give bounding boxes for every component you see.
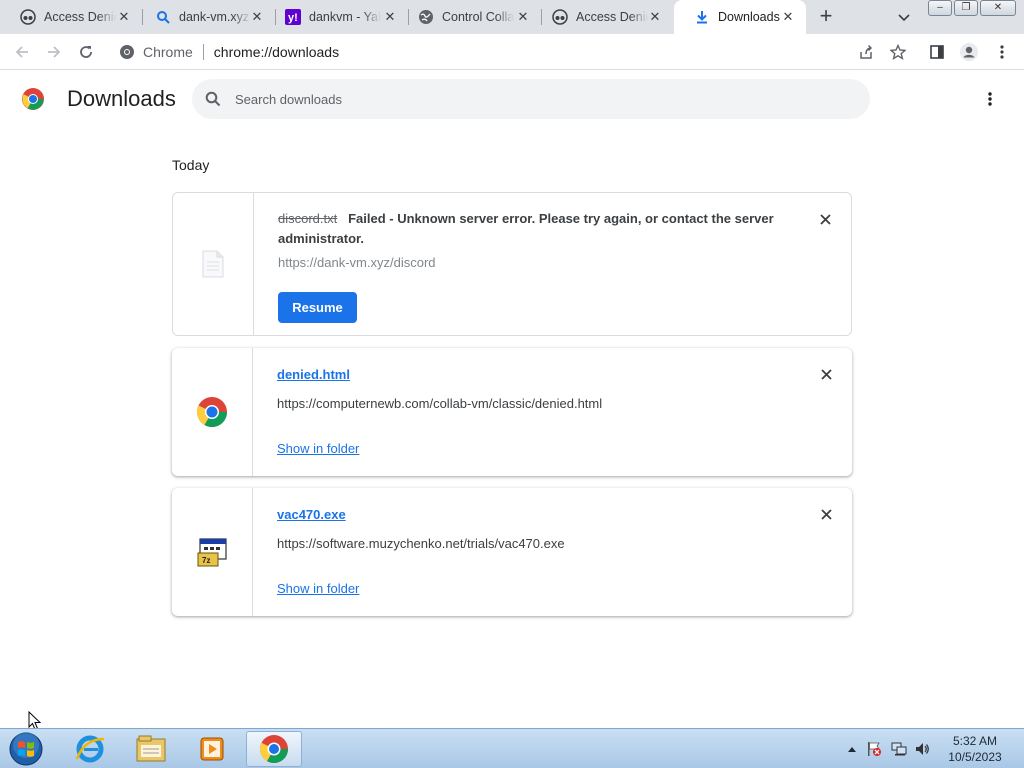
download-item: denied.html https://computernewb.com/col… (172, 348, 852, 476)
close-icon[interactable]: ✕ (116, 9, 132, 25)
tab-control-collab[interactable]: Control Collab ✕ (398, 0, 541, 34)
close-icon[interactable]: ✕ (515, 9, 531, 25)
search-input[interactable] (235, 91, 835, 107)
chrome-html-file-icon (197, 397, 227, 428)
search-downloads-field[interactable] (192, 79, 870, 119)
show-in-folder-link[interactable]: Show in folder (277, 441, 359, 456)
clock-time: 5:32 AM (952, 734, 998, 748)
chrome-icon[interactable] (246, 731, 302, 767)
show-in-folder-link[interactable]: Show in folder (277, 581, 359, 596)
kebab-menu-icon[interactable] (992, 42, 1012, 62)
back-button[interactable] (12, 42, 32, 62)
svg-text:y!: y! (288, 12, 298, 24)
clock-date: 10/5/2023 (948, 750, 1002, 764)
restore-button[interactable]: ❐ (954, 0, 978, 16)
file-name-link[interactable]: vac470.exe (277, 507, 346, 522)
minimize-button[interactable]: – (928, 0, 952, 16)
omnibox-chip: Chrome (143, 44, 193, 60)
forward-arrow-icon (48, 46, 61, 58)
incognito-like-icon (552, 9, 568, 25)
tab-downloads[interactable]: Downloads ✕ (674, 0, 806, 34)
failed-status-line: discord.txt Failed - Unknown server erro… (278, 209, 778, 249)
omnibox-url[interactable]: chrome://downloads (214, 44, 339, 60)
close-icon[interactable]: ✕ (249, 9, 265, 25)
installer-7z-icon: 7z (197, 538, 227, 567)
tab-title: Control Collab (442, 10, 514, 24)
back-arrow-icon (15, 46, 28, 58)
start-button[interactable] (6, 731, 46, 767)
remove-download-button[interactable] (818, 366, 834, 382)
media-player-icon[interactable] (184, 731, 240, 767)
tab-access-denied-1[interactable]: Access Denied ✕ (0, 0, 142, 34)
page-title: Downloads (67, 86, 176, 111)
side-panel-icon[interactable] (927, 42, 947, 62)
file-icon-column (173, 193, 254, 335)
close-window-button[interactable]: ✕ (980, 0, 1016, 16)
download-item: discord.txt Failed - Unknown server erro… (172, 192, 852, 336)
search-icon (155, 9, 171, 25)
action-center-flag-icon[interactable] (866, 741, 882, 757)
file-name: discord.txt (278, 211, 338, 226)
download-details: vac470.exe https://software.muzychenko.n… (277, 506, 852, 598)
source-url: https://computernewb.com/collab-vm/class… (277, 396, 603, 411)
close-icon[interactable]: ✕ (382, 9, 398, 25)
download-details: discord.txt Failed - Unknown server erro… (278, 209, 778, 270)
remove-download-button[interactable] (817, 211, 833, 227)
close-icon[interactable]: ✕ (647, 9, 663, 25)
bookmark-star-icon[interactable] (888, 42, 908, 62)
reload-button[interactable] (76, 42, 96, 62)
file-name-link[interactable]: denied.html (277, 367, 350, 382)
omnibox-divider (202, 44, 204, 60)
source-url: https://dank-vm.xyz/discord (278, 255, 436, 270)
file-icon-column: 7z (172, 488, 253, 616)
resume-button[interactable]: Resume (278, 292, 357, 323)
close-icon[interactable]: ✕ (780, 9, 796, 25)
chrome-icon (119, 44, 135, 60)
remove-download-button[interactable] (818, 506, 834, 522)
tab-title: dankvm - Yahoo (309, 10, 381, 24)
download-icon (694, 9, 710, 25)
tab-title: dank-vm.xyz (179, 10, 250, 24)
share-icon[interactable] (856, 42, 876, 62)
profile-avatar-icon[interactable] (959, 42, 979, 62)
tab-title: Access Denied (44, 10, 116, 24)
globe-icon (418, 9, 434, 25)
browser-toolbar: Chrome chrome://downloads (0, 34, 1024, 70)
close-icon (820, 368, 832, 380)
tab-access-denied-2[interactable]: Access Denied ✕ (532, 0, 673, 34)
close-icon (819, 213, 831, 225)
downloads-header: Downloads (0, 70, 1024, 128)
svg-text:7z: 7z (202, 556, 210, 565)
date-section-label: Today (172, 157, 210, 173)
incognito-like-icon (20, 9, 36, 25)
address-bar[interactable]: Chrome chrome://downloads (109, 38, 889, 66)
chrome-logo-icon (21, 87, 45, 111)
network-icon[interactable] (891, 741, 907, 757)
chevron-down-icon[interactable] (895, 8, 913, 26)
internet-explorer-icon[interactable] (62, 731, 118, 767)
file-icon-column (172, 348, 253, 476)
generic-file-icon (202, 250, 224, 278)
failure-message: Failed - Unknown server error. Please tr… (278, 211, 774, 246)
search-icon (205, 91, 221, 107)
forward-button[interactable] (44, 42, 64, 62)
download-item: 7z vac470.exe https://software.muzychenk… (172, 488, 852, 616)
reload-icon (80, 46, 92, 58)
tab-dankvm-yahoo[interactable]: y! dankvm - Yahoo ✕ (265, 0, 408, 34)
new-tab-button[interactable]: + (815, 5, 837, 28)
show-hidden-icons-chevron-icon[interactable] (844, 741, 860, 757)
source-url: https://software.muzychenko.net/trials/v… (277, 536, 565, 551)
tab-dank-vm[interactable]: dank-vm.xyz ✕ (135, 0, 275, 34)
close-icon (820, 508, 832, 520)
download-details: denied.html https://computernewb.com/col… (277, 366, 852, 458)
yahoo-icon: y! (285, 9, 301, 25)
kebab-menu-icon[interactable] (980, 89, 1000, 109)
volume-icon[interactable] (914, 741, 930, 757)
taskbar: 5:32 AM 10/5/2023 (0, 728, 1024, 768)
tab-strip: Access Denied ✕ dank-vm.xyz ✕ y! dankvm … (0, 0, 1024, 34)
system-clock[interactable]: 5:32 AM 10/5/2023 (940, 733, 1010, 765)
file-explorer-icon[interactable] (123, 731, 179, 767)
tab-title: Access Denied (576, 10, 648, 24)
windows-start-orb-icon (9, 732, 43, 766)
